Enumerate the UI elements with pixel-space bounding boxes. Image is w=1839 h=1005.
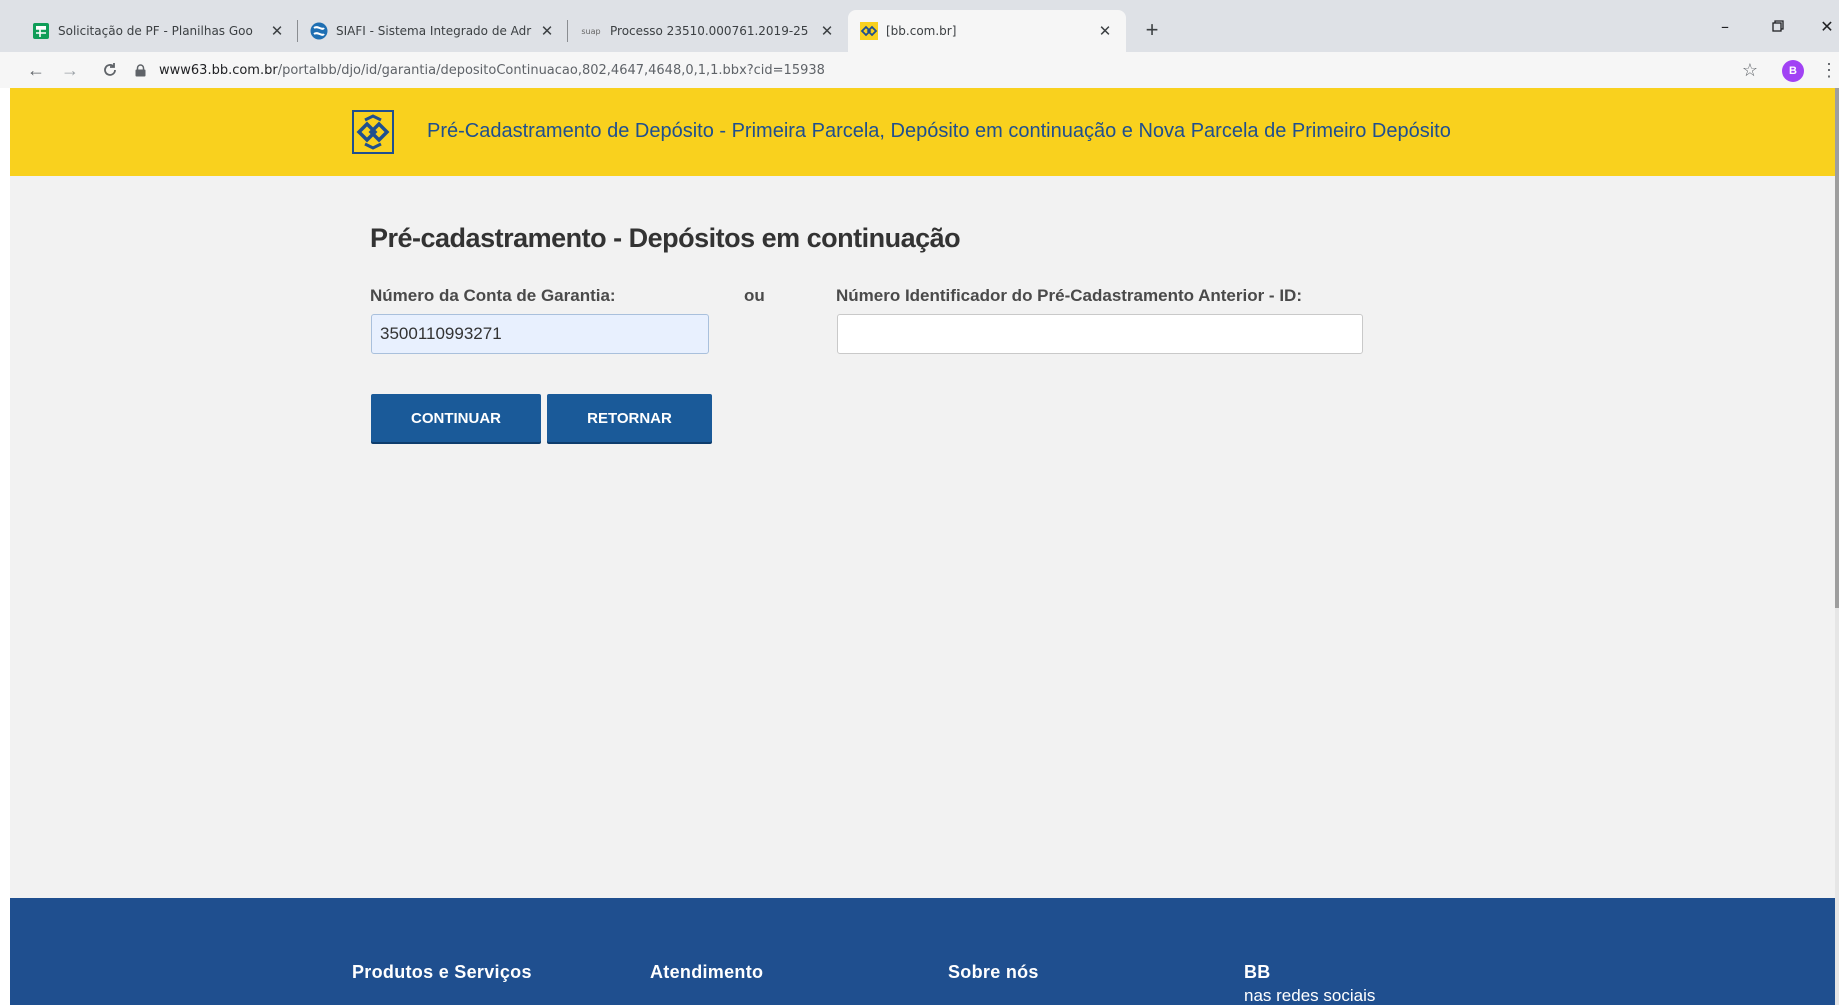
back-arrow-icon[interactable]: ← [24,58,48,82]
footer-support-link[interactable]: Atendimento [650,962,763,983]
forward-arrow-icon[interactable]: → [58,58,82,82]
browser-toolbar: ← → www63.bb.com.br/portalbb/djo/id/gara… [0,52,1839,88]
previous-id-label: Número Identificador do Pré-Cadastrament… [836,286,1302,305]
page-title: Pré-cadastramento - Depósitos em continu… [370,223,961,253]
url-host: www63.bb.com.br [159,62,278,78]
close-tab-icon[interactable]: ✕ [1096,22,1114,40]
tab-title: Processo 23510.000761.2019-25 [610,24,809,38]
close-tab-icon[interactable]: ✕ [268,22,286,40]
profile-avatar[interactable]: B [1782,60,1804,82]
close-tab-icon[interactable]: ✕ [538,22,556,40]
tab-processo[interactable]: suap Processo 23510.000761.2019-25 ✕ [568,10,848,52]
lock-icon [135,63,149,77]
return-button[interactable]: RETORNAR [547,394,712,442]
previous-id-input[interactable] [837,314,1363,354]
google-sheets-icon [32,22,50,40]
banco-do-brasil-logo[interactable] [352,110,394,154]
tab-title: Solicitação de PF - Planilhas Goo [58,24,253,38]
scrollbar-thumb[interactable] [1835,88,1839,608]
footer-bb-link[interactable]: BB [1244,962,1271,983]
restore-icon[interactable] [1763,14,1793,38]
tab-title: SIAFI - Sistema Integrado de Adr [336,24,532,38]
address-bar[interactable]: www63.bb.com.br/portalbb/djo/id/garantia… [135,56,1735,84]
account-number-input[interactable] [371,314,709,354]
footer-social-subtitle: nas redes sociais [1244,986,1376,1005]
page-banner: Pré-Cadastramento de Depósito - Primeira… [10,88,1835,176]
tab-bb[interactable]: [bb.com.br] ✕ [848,10,1126,52]
page-footer: Produtos e Serviços Atendimento Sobre nó… [10,898,1835,1005]
siafi-icon [310,22,328,40]
close-window-icon[interactable]: ✕ [1812,14,1839,38]
bookmark-star-icon[interactable]: ☆ [1738,58,1762,82]
new-tab-button[interactable]: + [1138,16,1166,44]
suap-icon: suap [581,26,601,36]
reload-icon[interactable] [98,58,122,82]
browser-menu-icon[interactable]: ⋮ [1820,58,1838,82]
tab-title: [bb.com.br] [886,24,957,38]
tab-siafi[interactable]: SIAFI - Sistema Integrado de Adr ✕ [298,10,568,52]
footer-products-link[interactable]: Produtos e Serviços [352,962,532,983]
bb-icon [860,22,878,40]
account-number-label: Número da Conta de Garantia: [370,286,616,305]
banner-title: Pré-Cadastramento de Depósito - Primeira… [427,120,1451,142]
browser-tab-strip: Solicitação de PF - Planilhas Goo ✕ SIAF… [0,0,1839,52]
url-path: /portalbb/djo/id/garantia/depositoContin… [277,62,825,78]
tab-planilhas[interactable]: Solicitação de PF - Planilhas Goo ✕ [20,10,298,52]
close-tab-icon[interactable]: ✕ [818,22,836,40]
page-viewport: Pré-Cadastramento de Depósito - Primeira… [10,88,1835,1005]
continue-button[interactable]: CONTINUAR [371,394,541,442]
footer-about-link[interactable]: Sobre nós [948,962,1039,983]
or-label: ou [744,286,765,305]
minimize-icon[interactable]: – [1710,14,1740,38]
